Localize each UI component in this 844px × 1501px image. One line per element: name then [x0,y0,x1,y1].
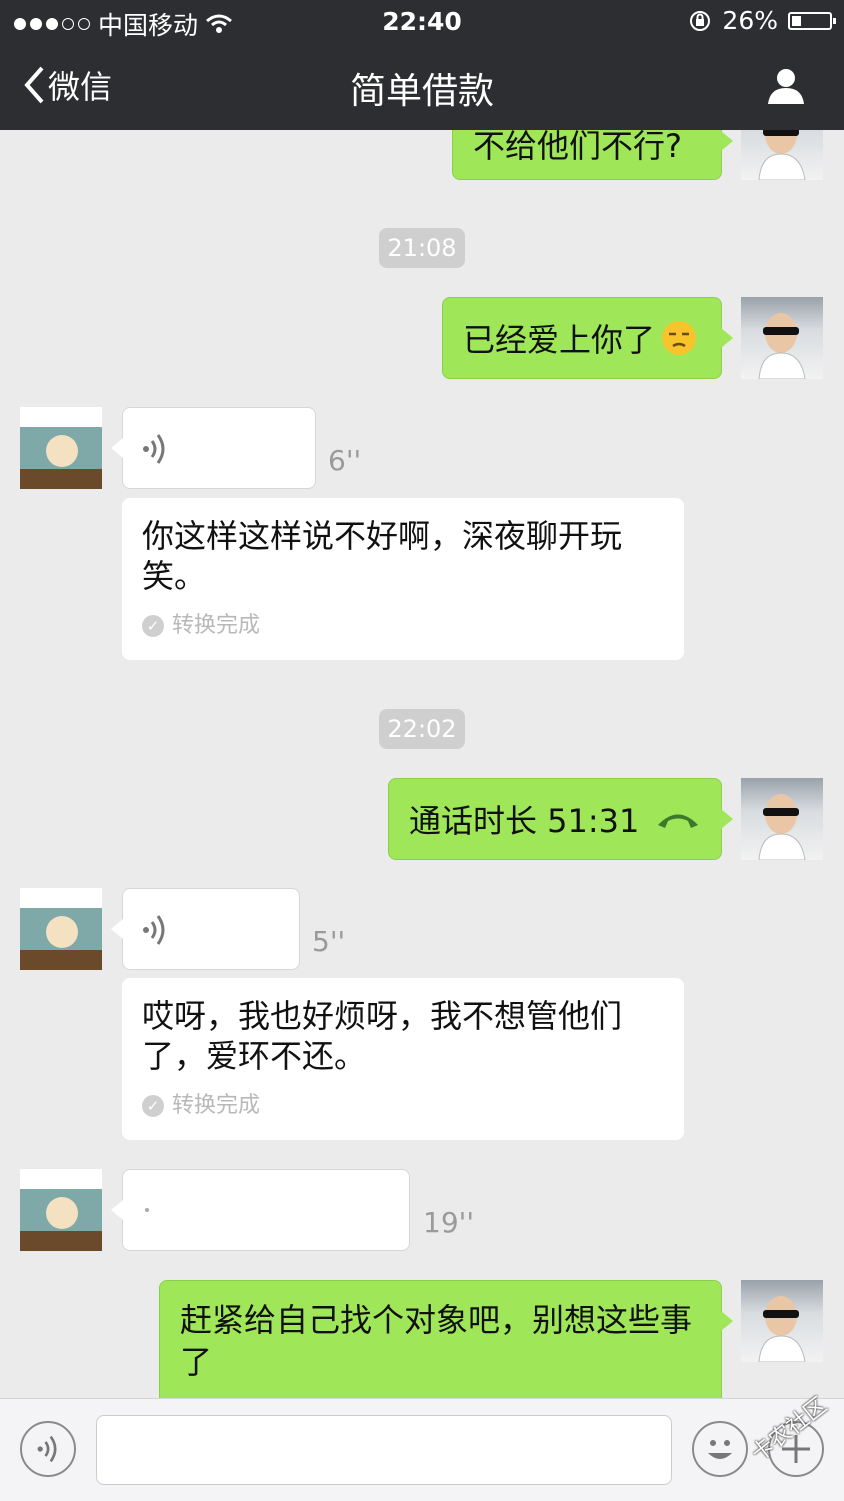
message-input[interactable] [96,1415,672,1485]
top-bar: 中国移动 22:40 26% 微信 简单借款 [0,0,844,130]
battery-percent: 26% [722,6,778,35]
message-bubble-mine[interactable]: 赶紧给自己找个对象吧，别想这些事了 [159,1280,733,1410]
checkmark-icon: ✓ [142,615,164,637]
voice-input-button[interactable] [20,1421,76,1477]
timestamp: 22:02 [379,709,465,749]
voice-transcript: 哎呀，我也好烦呀，我不想管他们了，爱环不还。 ✓ 转换完成 [122,978,684,1140]
voice-wave-icon [143,434,165,464]
my-avatar[interactable] [741,1280,823,1362]
voice-duration: 5'' [312,925,346,958]
transcript-status-label: 转换完成 [172,1093,261,1118]
avatar-photo-icon [758,794,806,860]
input-bar [0,1398,844,1501]
voice-message-bubble[interactable] [111,1169,410,1251]
contact-avatar[interactable] [20,1169,102,1251]
voice-wave-icon [37,1435,57,1463]
message-text: 赶紧给自己找个对象吧，别想这些事了 [180,1301,693,1381]
call-duration-text: 通话时长 51:31 [409,802,640,840]
transcript-status: ✓ 转换完成 [142,1086,664,1126]
transcript-status-label: 转换完成 [172,613,261,638]
transcript-status: ✓ 转换完成 [142,606,664,646]
call-record-bubble[interactable]: 通话时长 51:31 [388,778,733,860]
contact-avatar[interactable] [20,407,102,489]
avatar-photo-icon [758,1296,806,1362]
voice-message-bubble[interactable] [111,888,300,970]
cartoon-avatar-icon [20,888,102,970]
transcript-text: 哎呀，我也好烦呀，我不想管他们了，爱环不还。 [142,997,623,1075]
smiley-icon [708,1440,732,1459]
voice-wave-icon [143,915,165,945]
avatar-photo-icon [758,313,806,379]
cartoon-avatar-icon [20,407,102,489]
nav-bar: 微信 简单借款 [0,42,844,130]
hangup-phone-icon [658,814,698,828]
my-avatar[interactable] [741,778,823,860]
status-bar: 中国移动 22:40 26% [0,0,844,42]
timestamp: 21:08 [379,228,465,268]
person-icon[interactable] [766,66,806,106]
emoji-button[interactable] [692,1421,748,1477]
message-bubble-mine[interactable]: 已经爱上你了 [442,297,733,379]
message-text: 不给他们不行? [473,127,682,165]
battery-icon [788,11,836,30]
transcript-text: 你这样这样说不好啊，深夜聊开玩笑。 [142,517,623,595]
voice-duration: 19'' [423,1206,475,1239]
voice-transcript: 你这样这样说不好啊，深夜聊开玩笑。 ✓ 转换完成 [122,498,684,660]
cartoon-avatar-icon [20,1169,102,1251]
chat-title: 简单借款 [349,71,494,112]
my-avatar[interactable] [741,297,823,379]
voice-wave-icon [145,1208,149,1212]
status-right: 26% [688,6,836,35]
message-text: 已经爱上你了 [463,321,656,359]
voice-message-bubble[interactable] [111,407,316,489]
rotation-lock-icon [690,10,711,31]
contact-avatar[interactable] [20,888,102,970]
checkmark-icon: ✓ [142,1095,164,1117]
voice-duration: 6'' [328,444,362,477]
unamused-emoji-icon [662,321,697,355]
